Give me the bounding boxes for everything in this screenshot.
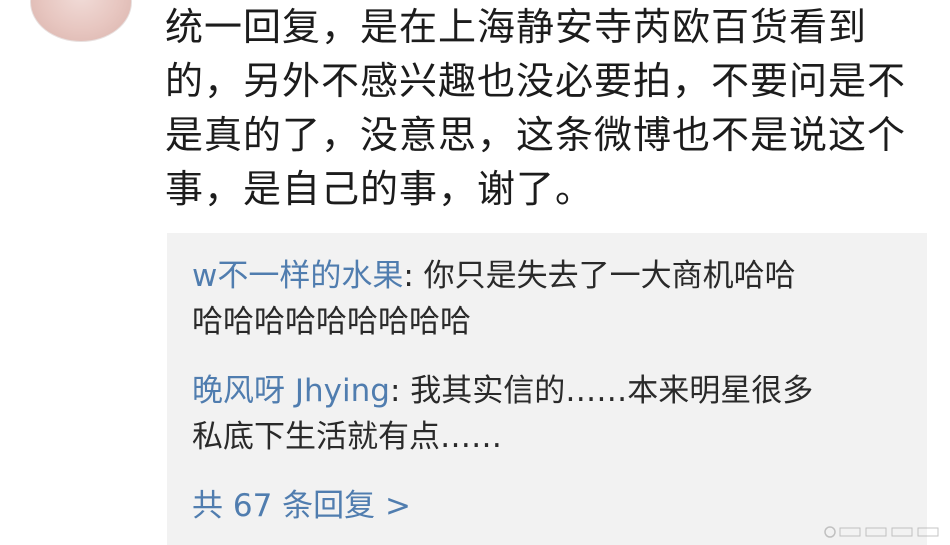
watermark-logo — [824, 526, 939, 538]
reply-text-continued: 哈哈哈哈哈哈哈哈哈 — [192, 304, 471, 340]
replies-panel: w不一样的水果: 你只是失去了一大商机哈哈 哈哈哈哈哈哈哈哈哈 晚风呀 Jhyi… — [167, 233, 927, 545]
comment-line: 统一回复，是在上海静安寺芮欧百货看到 — [165, 5, 868, 49]
reply-separator: : — [403, 258, 424, 294]
reply-item: w不一样的水果: 你只是失去了一大商机哈哈 哈哈哈哈哈哈哈哈哈 — [192, 253, 796, 345]
comment-line: 事，是自己的事，谢了。 — [165, 167, 595, 211]
reply-text: 我其实信的……本来明星很多 — [410, 373, 814, 409]
comment-text: 统一回复，是在上海静安寺芮欧百货看到 的，另外不感兴趣也没必要拍，不要问是不 是… — [165, 0, 925, 216]
avatar[interactable] — [30, 0, 132, 42]
reply-username[interactable]: 晚风呀 Jhying — [192, 373, 390, 409]
comment-line: 的，另外不感兴趣也没必要拍，不要问是不 — [165, 59, 907, 103]
reply-username[interactable]: w不一样的水果 — [192, 258, 403, 294]
comment-line: 是真的了，没意思，这条微博也不是说这个 — [165, 113, 907, 157]
reply-separator: : — [389, 373, 411, 409]
reply-text-continued: 私底下生活就有点…… — [192, 419, 502, 455]
more-replies-link[interactable]: 共 67 条回复 > — [192, 483, 411, 529]
reply-item: 晚风呀 Jhying: 我其实信的……本来明星很多 私底下生活就有点…… — [192, 368, 813, 460]
reply-text: 你只是失去了一大商机哈哈 — [423, 258, 796, 294]
